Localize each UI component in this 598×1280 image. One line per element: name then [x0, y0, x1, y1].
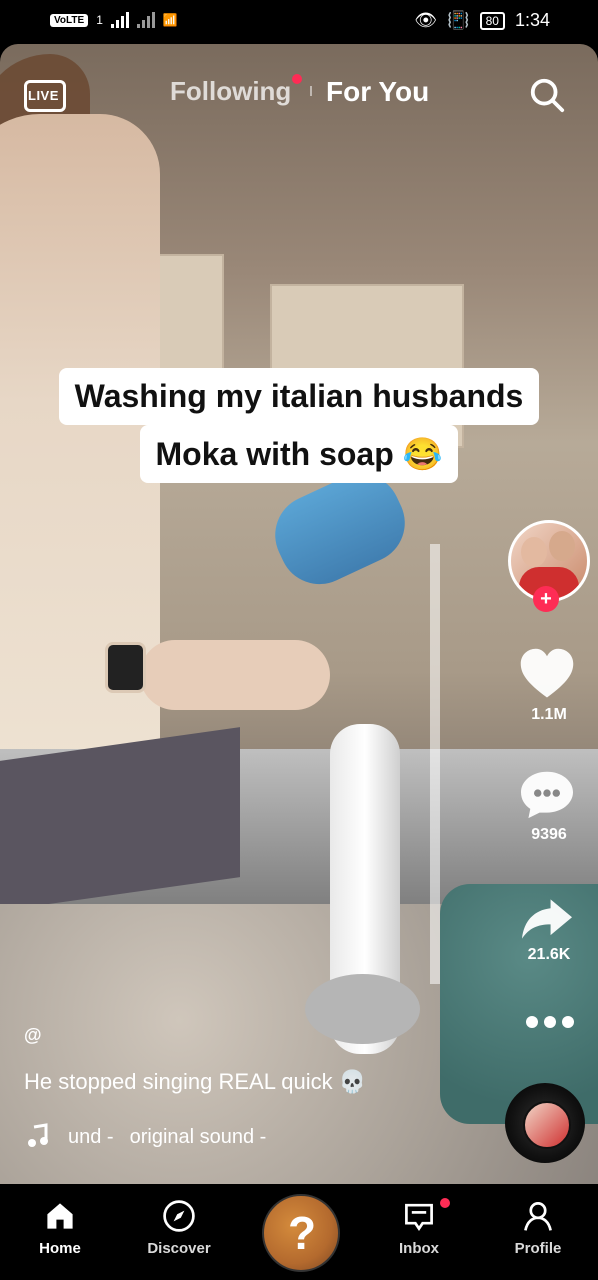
video-player[interactable]: Washing my italian husbands Moka with so…: [0, 44, 598, 1184]
inbox-notification-dot: [440, 1198, 450, 1208]
tab-for-you[interactable]: For You: [326, 76, 429, 108]
compass-icon: [163, 1200, 195, 1232]
following-notification-dot: [292, 74, 302, 84]
eye-comfort-icon: 👁: [414, 10, 438, 30]
create-button[interactable]: ?: [262, 1194, 340, 1272]
nav-discover-label: Discover: [147, 1240, 211, 1257]
follow-plus-button[interactable]: +: [533, 586, 559, 612]
caption-line-2: Moka with soap 😂: [139, 425, 459, 483]
live-label: LIVE: [28, 88, 59, 103]
music-disc[interactable]: [505, 1083, 585, 1163]
caption-line-1: Washing my italian husbands: [58, 368, 540, 425]
post-description[interactable]: He stopped singing REAL quick 💀: [24, 1069, 366, 1095]
more-icon[interactable]: [520, 1012, 580, 1032]
sound-title: original sound -: [129, 1125, 267, 1148]
profile-icon: [524, 1202, 552, 1231]
nav-inbox[interactable]: Inbox: [364, 1198, 474, 1257]
author-handle[interactable]: @: [24, 1025, 464, 1046]
top-nav: LIVE Following For You: [0, 70, 598, 120]
status-right: 👁 📳 80 1:34: [414, 10, 550, 31]
music-note-icon: [28, 1123, 48, 1147]
comment-action[interactable]: 9396: [500, 768, 598, 844]
nav-profile-label: Profile: [514, 1240, 562, 1257]
music-disc-avatar: [523, 1101, 571, 1149]
post-meta: @ He stopped singing REAL quick 💀 und - …: [24, 1025, 464, 1148]
signal-icon: [110, 12, 129, 28]
nav-profile[interactable]: Profile: [483, 1198, 593, 1257]
search-icon[interactable]: [528, 76, 566, 114]
tab-separator: [310, 86, 312, 96]
heart-icon[interactable]: [517, 646, 577, 702]
sound-artist: und -: [68, 1125, 114, 1148]
sound-row[interactable]: und - original sound -: [24, 1123, 266, 1151]
inbox-icon: [405, 1203, 433, 1232]
bottom-nav: Home Discover ? Inbox Profile: [0, 1184, 598, 1280]
wifi-icon: 📶: [162, 13, 178, 27]
live-button[interactable]: LIVE: [24, 72, 66, 112]
status-bar: VoLTE 1 📶 👁 📳 80 1:34: [0, 0, 598, 44]
like-count: 1.1M: [531, 706, 567, 723]
share-action[interactable]: 21.6K: [500, 894, 598, 964]
comment-count: 9396: [531, 826, 567, 843]
nav-discover[interactable]: Discover: [124, 1198, 234, 1257]
arm: [140, 640, 330, 710]
signal-2-icon: [136, 12, 155, 28]
comment-icon[interactable]: [517, 768, 577, 820]
video-caption: Washing my italian husbands Moka with so…: [0, 368, 598, 483]
like-action[interactable]: 1.1M: [500, 646, 598, 724]
vibrate-icon: 📳: [447, 10, 470, 30]
nav-home[interactable]: Home: [5, 1198, 115, 1257]
create-button-label: ?: [288, 1207, 317, 1259]
time: 1:34: [514, 10, 550, 30]
tab-following[interactable]: Following: [170, 76, 291, 107]
battery-indicator: 80: [479, 11, 505, 30]
smartwatch: [105, 642, 146, 693]
status-left: VoLTE 1 📶: [50, 12, 178, 28]
home-icon: [47, 1203, 73, 1229]
avatar-face-2: [549, 531, 575, 561]
volte-badge: VoLTE: [50, 13, 89, 27]
share-count: 21.6K: [527, 946, 571, 963]
share-icon[interactable]: [517, 894, 577, 944]
nav-inbox-label: Inbox: [399, 1240, 439, 1257]
avatar-face-1: [521, 537, 547, 567]
water-stream: [430, 544, 440, 984]
nav-home-label: Home: [39, 1240, 81, 1257]
sim-indicator: 1: [96, 13, 103, 27]
